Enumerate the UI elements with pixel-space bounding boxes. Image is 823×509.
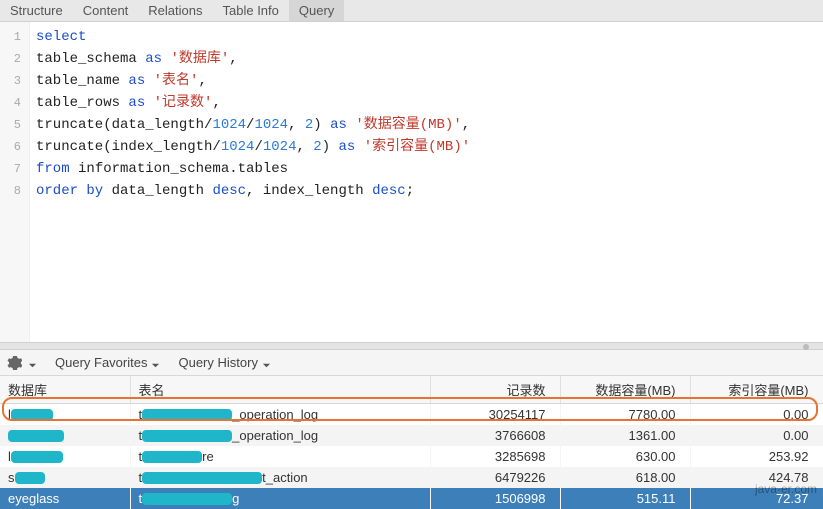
query-favorites-dropdown[interactable]: Query Favorites: [55, 355, 160, 370]
cell-value: 630.00: [560, 446, 690, 467]
line-number: 3: [0, 70, 29, 92]
col-header[interactable]: 索引容量(MB): [690, 376, 823, 404]
code-line: truncate(index_length/1024/1024, 2) as '…: [36, 136, 817, 158]
cell-table: t_operation_log: [130, 404, 430, 425]
code-line: from information_schema.tables: [36, 158, 817, 180]
redaction-mark: [11, 409, 53, 421]
cell-value: 618.00: [560, 467, 690, 488]
redaction-mark: [15, 472, 45, 484]
line-number: 5: [0, 114, 29, 136]
sql-editor[interactable]: 12345678 selecttable_schema as '数据库',tab…: [0, 22, 823, 342]
cell-db: eyeglass: [0, 488, 130, 509]
line-number: 6: [0, 136, 29, 158]
tab-content[interactable]: Content: [73, 0, 139, 21]
redaction-mark: [142, 493, 232, 505]
cell-value: 3285698: [430, 446, 560, 467]
col-header[interactable]: 数据库: [0, 376, 130, 404]
cell-value: 3766608: [430, 425, 560, 446]
cell-value: 6479226: [430, 467, 560, 488]
query-history-dropdown[interactable]: Query History: [178, 355, 270, 370]
table-row[interactable]: eyeglasstg1506998515.1172.37: [0, 488, 823, 509]
query-favorites-label: Query Favorites: [55, 355, 147, 370]
watermark: java-er.com: [755, 482, 817, 496]
tab-structure[interactable]: Structure: [0, 0, 73, 21]
tab-relations[interactable]: Relations: [138, 0, 212, 21]
cell-value: 515.11: [560, 488, 690, 509]
line-number: 7: [0, 158, 29, 180]
gear-icon[interactable]: [6, 355, 22, 371]
line-gutter: 12345678: [0, 22, 30, 342]
redaction-mark: [142, 430, 232, 442]
cell-db: s: [0, 467, 130, 488]
cell-value: 1506998: [430, 488, 560, 509]
code-line: table_name as '表名',: [36, 70, 817, 92]
redaction-mark: [142, 451, 202, 463]
cell-value: 1361.00: [560, 425, 690, 446]
chevron-down-icon: [151, 358, 160, 367]
redaction-mark: [8, 430, 64, 442]
line-number: 1: [0, 26, 29, 48]
results-grid[interactable]: 数据库表名记录数数据容量(MB)索引容量(MB) lt_operation_lo…: [0, 376, 823, 509]
redaction-mark: [142, 472, 262, 484]
tab-table-info[interactable]: Table Info: [213, 0, 289, 21]
redaction-mark: [11, 451, 63, 463]
cell-db: l: [0, 404, 130, 425]
code-line: table_rows as '记录数',: [36, 92, 817, 114]
cell-value: 0.00: [690, 425, 823, 446]
results-toolbar: Query Favorites Query History: [0, 350, 823, 376]
query-history-label: Query History: [178, 355, 257, 370]
cell-db: l: [0, 446, 130, 467]
chevron-down-icon: [262, 358, 271, 367]
cell-table: tg: [130, 488, 430, 509]
cell-value: 0.00: [690, 404, 823, 425]
cell-value: 253.92: [690, 446, 823, 467]
tab-query[interactable]: Query: [289, 0, 344, 21]
col-header[interactable]: 表名: [130, 376, 430, 404]
col-header[interactable]: 记录数: [430, 376, 560, 404]
line-number: 2: [0, 48, 29, 70]
cell-table: t_operation_log: [130, 425, 430, 446]
cell-table: tt_action: [130, 467, 430, 488]
table-row[interactable]: ltre3285698630.00253.92: [0, 446, 823, 467]
grid-header-row: 数据库表名记录数数据容量(MB)索引容量(MB): [0, 376, 823, 404]
table-row[interactable]: lt_operation_log302541177780.000.00: [0, 404, 823, 425]
code-line: truncate(data_length/1024/1024, 2) as '数…: [36, 114, 817, 136]
line-number: 4: [0, 92, 29, 114]
table-row[interactable]: t_operation_log37666081361.000.00: [0, 425, 823, 446]
code-area[interactable]: selecttable_schema as '数据库',table_name a…: [30, 22, 823, 342]
col-header[interactable]: 数据容量(MB): [560, 376, 690, 404]
pane-splitter[interactable]: [0, 342, 823, 350]
results-grid-wrap: 数据库表名记录数数据容量(MB)索引容量(MB) lt_operation_lo…: [0, 376, 823, 509]
cell-db: [0, 425, 130, 446]
code-line: table_schema as '数据库',: [36, 48, 817, 70]
tab-bar: StructureContentRelationsTable InfoQuery: [0, 0, 823, 22]
cell-value: 7780.00: [560, 404, 690, 425]
cell-value: 30254117: [430, 404, 560, 425]
code-line: order by data_length desc, index_length …: [36, 180, 817, 202]
code-line: select: [36, 26, 817, 48]
line-number: 8: [0, 180, 29, 202]
table-row[interactable]: stt_action6479226618.00424.78: [0, 467, 823, 488]
cell-table: tre: [130, 446, 430, 467]
redaction-mark: [142, 409, 232, 421]
chevron-down-icon[interactable]: [28, 358, 37, 367]
